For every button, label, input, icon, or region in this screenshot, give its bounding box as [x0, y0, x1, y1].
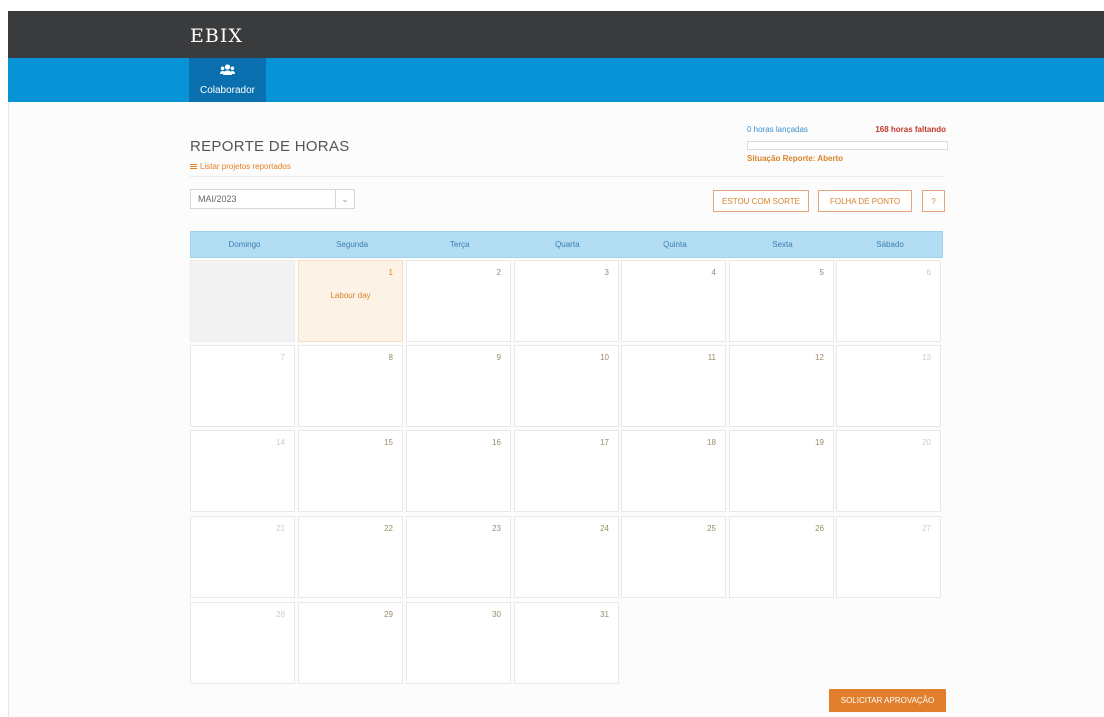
hours-missing: 168 horas faltando: [875, 125, 946, 134]
page-title: REPORTE DE HORAS: [190, 138, 350, 155]
calendar-day-cell[interactable]: 17: [514, 430, 619, 512]
day-number: 9: [496, 353, 501, 362]
day-number: 23: [492, 524, 501, 533]
ebix-logo[interactable]: EBIX: [190, 25, 243, 47]
month-select[interactable]: MAI/2023 ⌄: [190, 189, 355, 209]
day-number: 18: [707, 438, 716, 447]
request-approval-button[interactable]: SOLICITAR APROVAÇÃO: [829, 689, 946, 712]
day-number: 15: [384, 438, 393, 447]
day-number: 28: [276, 610, 285, 619]
holiday-label: Labour day: [330, 291, 371, 300]
day-number: 31: [600, 610, 609, 619]
calendar-day-cell[interactable]: 11: [621, 345, 726, 427]
calendar-day-cell[interactable]: 16: [406, 430, 511, 512]
calendar-day-cell[interactable]: 14: [190, 430, 295, 512]
calendar-day-cell[interactable]: 9: [406, 345, 511, 427]
hours-progress-bar: [747, 141, 948, 150]
calendar-day-cell[interactable]: 28: [190, 602, 295, 684]
divider: [190, 176, 945, 177]
day-number: 2: [496, 268, 501, 277]
calendar-empty-cell: [190, 260, 295, 342]
day-number: 13: [922, 353, 931, 362]
calendar-day-cell[interactable]: 18: [621, 430, 726, 512]
report-status: Situação Reporte: Aberto: [747, 154, 844, 163]
main-content: REPORTE DE HORAS Listar projetos reporta…: [8, 102, 1104, 717]
calendar-day-cell[interactable]: 23: [406, 516, 511, 598]
day-number: 4: [711, 268, 716, 277]
nav-bar: Colaborador: [8, 58, 1104, 102]
day-number: 24: [600, 524, 609, 533]
calendar-day-cell[interactable]: 12: [729, 345, 834, 427]
calendar-header: Domingo Segunda Terça Quarta Quinta Sexta Sába…: [190, 231, 943, 258]
day-number: 30: [492, 610, 501, 619]
day-number: 21: [276, 524, 285, 533]
day-number: 16: [492, 438, 501, 447]
calendar-day-cell[interactable]: 25: [621, 516, 726, 598]
list-projects-link[interactable]: Listar projetos reportados: [190, 162, 291, 171]
calendar-day-cell[interactable]: 6: [836, 260, 941, 342]
list-projects-label: Listar projetos reportados: [200, 162, 291, 171]
calendar-day-cell[interactable]: 31: [514, 602, 619, 684]
calendar-day-cell[interactable]: 26: [729, 516, 834, 598]
month-select-value: MAI/2023: [198, 194, 237, 204]
calendar-day-cell[interactable]: 24: [514, 516, 619, 598]
day-number: 3: [604, 268, 609, 277]
calendar-day-cell[interactable]: 5: [729, 260, 834, 342]
weekday-6: Sábado: [876, 240, 904, 249]
nav-tab-label: Colaborador: [199, 85, 256, 96]
calendar-day-cell[interactable]: 10: [514, 345, 619, 427]
calendar-day-cell[interactable]: 20: [836, 430, 941, 512]
calendar-day-cell[interactable]: 15: [298, 430, 403, 512]
calendar-day-cell[interactable]: 22: [298, 516, 403, 598]
calendar-day-cell[interactable]: 27: [836, 516, 941, 598]
nav-tab-colaborador[interactable]: Colaborador: [189, 58, 266, 102]
calendar-day-cell[interactable]: 21: [190, 516, 295, 598]
day-number: 8: [388, 353, 393, 362]
calendar-day-cell[interactable]: 7: [190, 345, 295, 427]
day-number: 17: [600, 438, 609, 447]
calendar-day-cell[interactable]: 2: [406, 260, 511, 342]
list-icon: [190, 163, 197, 170]
day-number: 11: [707, 353, 716, 362]
day-number: 12: [815, 353, 824, 362]
top-bar: EBIX: [8, 11, 1104, 58]
day-number: 27: [922, 524, 931, 533]
day-number: 5: [819, 268, 824, 277]
calendar-day-cell[interactable]: 8: [298, 345, 403, 427]
calendar-day-cell[interactable]: 1 Labour day: [298, 260, 403, 342]
calendar-day-cell[interactable]: 19: [729, 430, 834, 512]
timesheet-button[interactable]: FOLHA DE PONTO: [818, 190, 912, 212]
day-number: 10: [600, 353, 609, 362]
calendar-day-cell[interactable]: 3: [514, 260, 619, 342]
day-number: 19: [815, 438, 824, 447]
day-number: 1: [388, 268, 393, 277]
help-button[interactable]: ?: [922, 190, 945, 212]
calendar-day-cell[interactable]: 13: [836, 345, 941, 427]
chevron-down-icon: ⌄: [335, 190, 354, 208]
day-number: 22: [384, 524, 393, 533]
users-icon: [220, 64, 235, 75]
weekday-0: Domingo: [228, 240, 261, 249]
calendar-day-cell[interactable]: 29: [298, 602, 403, 684]
day-number: 20: [922, 438, 931, 447]
day-number: 25: [707, 524, 716, 533]
day-number: 7: [280, 353, 285, 362]
calendar-day-cell[interactable]: 4: [621, 260, 726, 342]
calendar-day-cell[interactable]: 30: [406, 602, 511, 684]
weekday-1: Segunda: [336, 240, 369, 249]
weekday-3: Quarta: [555, 240, 580, 249]
weekday-2: Terça: [449, 240, 470, 249]
day-number: 6: [926, 268, 931, 277]
day-number: 26: [815, 524, 824, 533]
lucky-button[interactable]: ESTOU COM SORTE: [713, 190, 809, 212]
hours-logged: 0 horas lançadas: [747, 125, 808, 134]
day-number: 14: [276, 438, 285, 447]
weekday-4: Quinta: [663, 240, 687, 249]
day-number: 29: [384, 610, 393, 619]
weekday-5: Sexta: [772, 240, 793, 249]
